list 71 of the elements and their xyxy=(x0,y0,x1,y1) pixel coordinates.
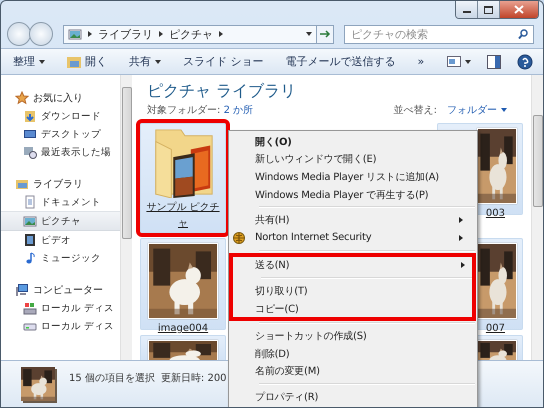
address-bar[interactable]: ライブラリ ピクチャ xyxy=(63,24,317,44)
sidebar-group[interactable]: ライブラリ xyxy=(9,175,120,193)
star-icon xyxy=(15,91,29,105)
toolbar-button[interactable]: » xyxy=(418,53,424,70)
folders-label: 対象フォルダー: xyxy=(147,105,220,116)
sidebar-group[interactable]: お気に入り xyxy=(9,89,120,107)
library-icon xyxy=(15,177,29,191)
selection-count: 15 個の項目を選択 xyxy=(69,372,155,385)
breadcrumb-arrow-icon[interactable] xyxy=(88,31,92,37)
folders-link[interactable]: 2 か所 xyxy=(224,105,254,116)
item-label: サンプル ピクチャ xyxy=(145,200,221,231)
breadcrumb[interactable]: ライブラリ xyxy=(98,26,153,42)
maximize-icon xyxy=(484,6,493,14)
menu-item[interactable]: 名前の変更(M) xyxy=(229,362,477,380)
menu-item[interactable]: 削除(D) xyxy=(229,344,477,363)
film-icon xyxy=(23,233,37,247)
menu-item[interactable]: ショートカットの作成(S) xyxy=(229,327,477,345)
sidebar-item[interactable]: ダウンロード xyxy=(1,107,120,125)
pictures-icon xyxy=(68,28,82,40)
toolbar-button[interactable]: 整理 xyxy=(13,52,45,71)
view-button[interactable] xyxy=(447,54,471,69)
library-title: ピクチャ ライブラリ xyxy=(147,81,296,102)
maximize-button[interactable] xyxy=(478,1,500,18)
sidebar-item[interactable]: ドキュメント xyxy=(1,193,120,211)
search-field[interactable]: ピクチャの検索 xyxy=(344,24,534,44)
sidebar-group[interactable]: コンピューター xyxy=(9,281,120,299)
sidebar-item[interactable]: デスクトップ xyxy=(1,125,120,143)
preview-pane-icon[interactable] xyxy=(487,54,501,68)
breadcrumb-arrow-icon[interactable] xyxy=(219,31,223,37)
caret-icon xyxy=(39,60,45,64)
dropdown-arrow-icon[interactable] xyxy=(306,32,312,36)
toolbar-button[interactable]: 電子メールで送信する xyxy=(286,52,396,71)
globe-icon xyxy=(233,232,245,244)
view-icon xyxy=(447,56,461,67)
toolbar-button[interactable]: 開く xyxy=(67,52,107,71)
refresh-button[interactable] xyxy=(316,24,334,44)
sidebar-item[interactable]: ローカル ディス xyxy=(1,299,120,317)
close-icon xyxy=(514,5,524,14)
minimize-button[interactable] xyxy=(456,1,478,18)
help-icon[interactable] xyxy=(517,54,533,70)
download-folder-icon xyxy=(23,109,37,123)
sort-dropdown[interactable]: フォルダー xyxy=(447,103,507,117)
forward-button[interactable] xyxy=(29,22,53,46)
back-button[interactable] xyxy=(7,22,31,46)
search-icon xyxy=(518,28,528,38)
sidebar-item[interactable]: 最近表示した場 xyxy=(1,143,120,161)
folder-icon xyxy=(67,56,81,68)
computer-icon xyxy=(15,283,29,297)
caret-icon xyxy=(155,60,161,64)
system-disk-icon xyxy=(23,301,37,315)
modified-date: 更新日時: 200 xyxy=(160,372,227,385)
caret-icon xyxy=(465,60,471,64)
sort-label: 並べ替え: xyxy=(394,104,437,117)
close-button[interactable] xyxy=(500,1,538,18)
sidebar-item[interactable]: ビデオ xyxy=(1,231,120,249)
scrollbar[interactable] xyxy=(531,75,543,360)
breadcrumb-arrow-icon[interactable] xyxy=(159,31,163,37)
file-item[interactable] xyxy=(140,335,226,360)
toolbar-button[interactable]: スライド ショー xyxy=(183,52,264,71)
sidebar-item[interactable]: ローカル ディス xyxy=(1,317,120,335)
recent-places-icon xyxy=(23,145,37,159)
sidebar-item[interactable]: ピクチャ xyxy=(1,211,120,231)
pictures-icon xyxy=(23,214,37,228)
toolbar-button[interactable]: 共有 xyxy=(129,52,161,71)
scrollbar[interactable] xyxy=(120,75,132,360)
breadcrumb[interactable]: ピクチャ xyxy=(169,26,213,42)
menu-item[interactable]: プロパティ(R) xyxy=(229,388,477,406)
desktop-icon xyxy=(23,127,37,141)
document-icon xyxy=(23,195,37,209)
sidebar-item[interactable]: ミュージック xyxy=(1,249,120,267)
arrow-icon xyxy=(319,28,331,38)
